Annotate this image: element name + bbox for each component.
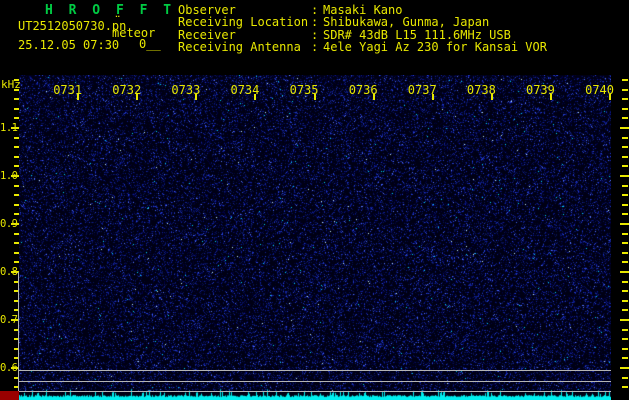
freq-minor-tick [14,165,19,168]
freq-minor-tick [14,213,19,216]
freq-minor-tick [14,155,19,158]
info-colon: : [311,15,319,30]
freq-minor-tick-right [622,338,628,341]
long-echo-separator-line [19,370,611,371]
time-tick [313,94,316,100]
info-value: 4ele Yagi Az 230 for Kansai VOR [323,40,547,55]
freq-minor-tick-right [622,88,628,91]
info-label: Receiving Location [178,15,309,30]
freq-minor-tick [14,203,19,206]
freq-minor-tick-right [622,261,628,264]
time-tick [609,94,611,100]
freq-minor-tick-right [622,376,628,379]
freq-minor-tick-right [622,242,628,245]
info-row: Receiving Location: Shibukawa, Gunma, Jap… [178,15,547,30]
freq-minor-tick [14,251,19,254]
time-tick [490,94,493,100]
info-colon: : [311,40,319,55]
freq-minor-tick [14,107,19,110]
long-echo-separator-line [19,381,611,382]
freq-minor-tick [14,98,19,101]
freq-minor-tick-right [622,194,628,197]
freq-minor-tick [14,136,19,139]
freq-major-tick-right [620,175,629,177]
freq-major-tick-right [620,223,629,225]
echo-counter: 0__ [139,37,161,51]
freq-minor-tick-right [622,155,628,158]
left-plot-border-line [18,272,19,392]
freq-minor-tick [14,117,19,120]
freq-minor-tick-right [622,107,628,110]
time-tick [77,94,80,100]
freq-tick-label: 0.8 [0,266,18,278]
freq-minor-tick-right [622,79,628,81]
info-row: Receiving Antenna:4ele Yagi Az 230 for K… [178,40,547,55]
time-tick [195,94,198,100]
time-tick [549,94,552,100]
freq-minor-tick-right [622,232,628,235]
freq-minor-tick [14,88,19,91]
freq-major-tick-right [620,271,629,273]
freq-minor-tick-right [622,165,628,168]
freq-minor-tick [14,184,19,187]
file-name: UT2512050730.pn [18,19,127,33]
freq-minor-tick [14,242,19,245]
long-echo-separator-line [19,391,611,392]
freq-minor-tick-right [622,251,628,254]
spectrogram-canvas [19,75,611,400]
freq-minor-tick-right [622,146,628,149]
freq-tick-label: 1.0 [0,170,18,182]
freq-minor-tick-right [622,290,628,293]
app-title: H R O F F T [45,3,176,18]
info-block: Observer: Masaki Kano Receiving Location:… [178,4,547,54]
freq-minor-tick [14,146,19,149]
freq-minor-tick [14,79,19,81]
freq-minor-tick [14,232,19,235]
freq-major-tick-right [620,319,629,321]
freq-minor-tick-right [622,98,628,101]
freq-tick-label: 0.9 [0,218,18,230]
freq-minor-tick-right [622,280,628,283]
freq-minor-tick-right [622,328,628,331]
freq-tick-label: 1.1 [0,122,18,134]
freq-minor-tick-right [622,386,628,389]
info-label: Receiving Antenna [178,40,301,55]
freq-minor-tick-right [622,184,628,187]
freq-minor-tick [14,194,19,197]
freq-minor-tick-right [622,136,628,139]
time-tick [431,94,434,100]
time-tick [136,94,139,100]
red-corner-marker [0,391,19,400]
hrofft-screenshot: H R O F F T UT2512050730.pn ¨ meteor 25.… [0,0,629,400]
freq-minor-tick-right [622,357,628,360]
freq-minor-tick-right [622,117,628,120]
freq-major-tick-right [620,367,629,369]
info-value: Shibukawa, Gunma, Japan [323,15,490,30]
freq-major-tick-right [620,127,629,129]
freq-minor-tick-right [622,347,628,350]
freq-minor-tick-right [622,203,628,206]
freq-tick-label: 0.6 [0,362,18,374]
freq-tick-label: 0.7 [0,314,18,326]
freq-minor-tick-right [622,299,628,302]
freq-minor-tick-right [622,309,628,312]
datetime: 25.12.05 07:30 [18,38,120,52]
freq-minor-tick-right [622,213,628,216]
freq-minor-tick [14,261,19,264]
time-tick [372,94,375,100]
time-tick [254,94,257,100]
